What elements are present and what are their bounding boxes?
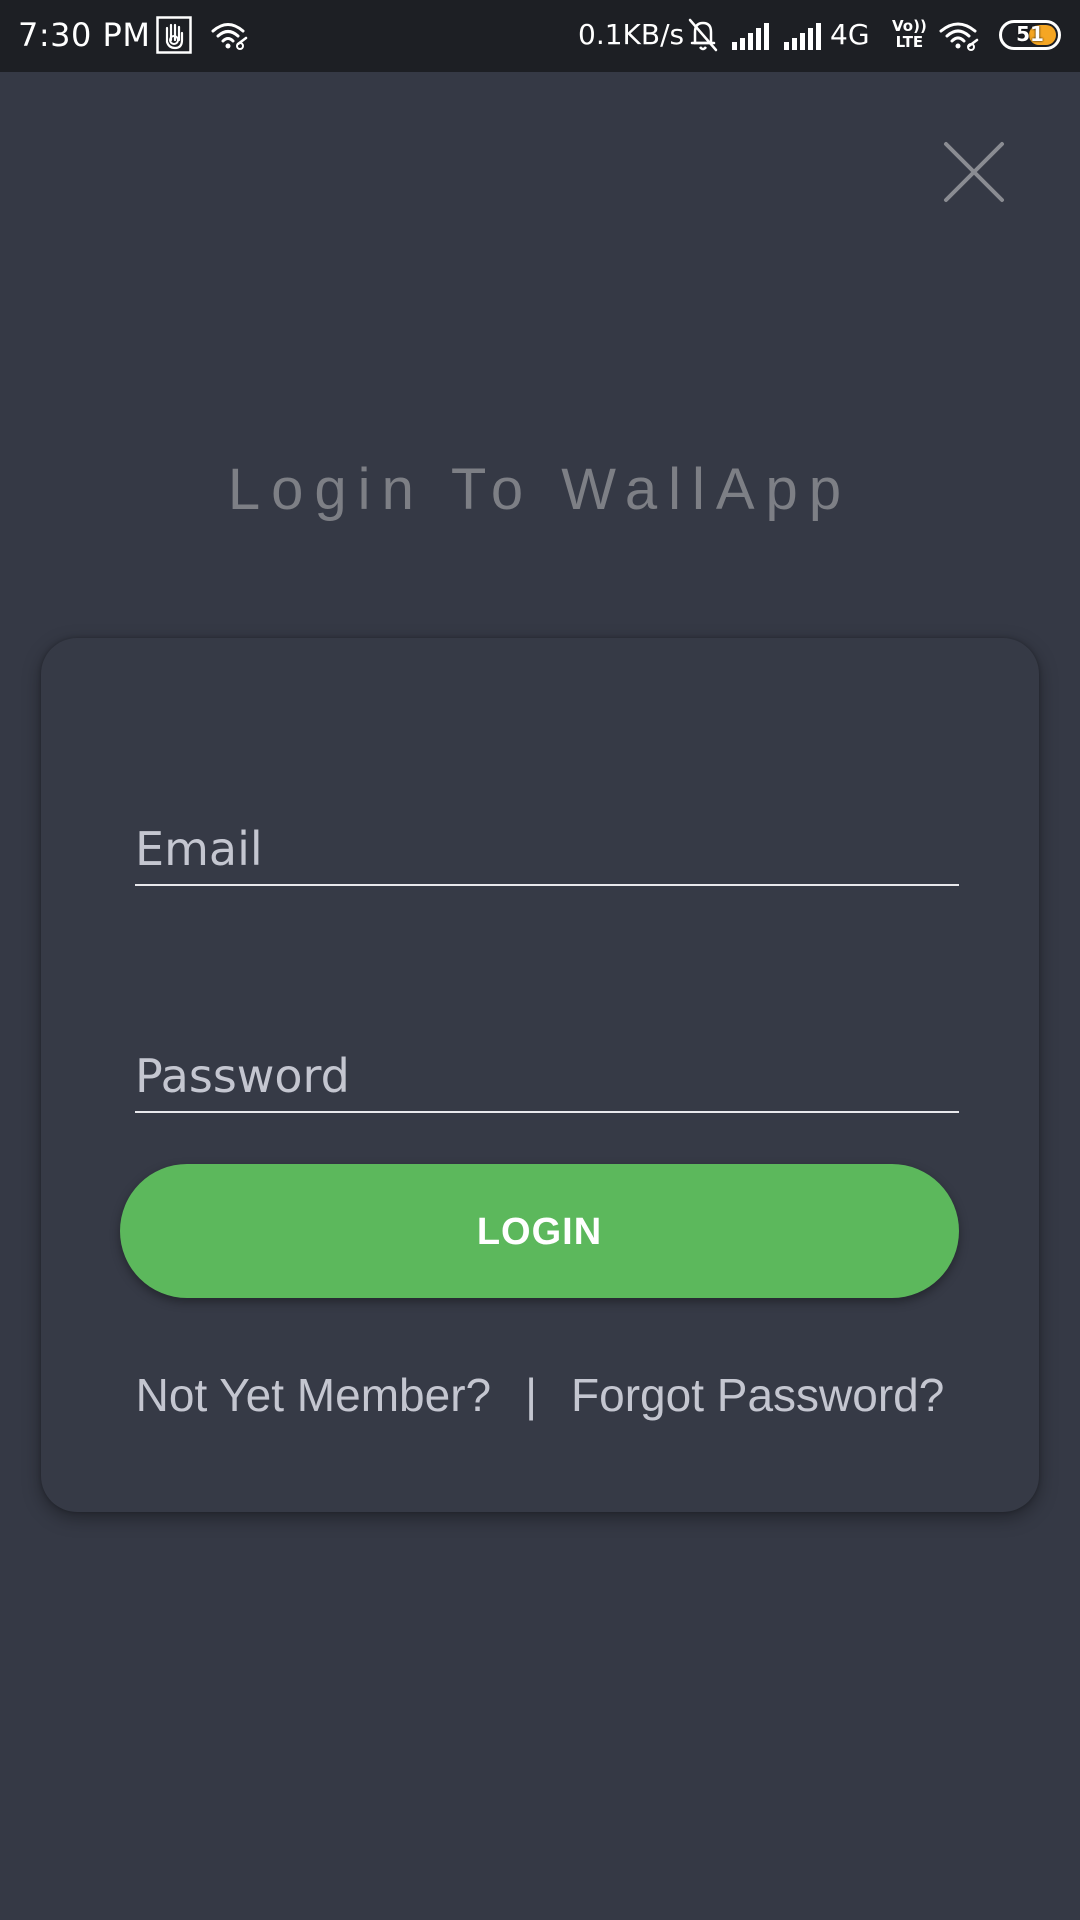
links-row: Not Yet Member? | Forgot Password?: [41, 1368, 1039, 1422]
mute-bell-icon: [686, 16, 720, 58]
battery-icon: 51: [999, 20, 1061, 50]
hand-notification-icon: [156, 16, 192, 58]
wifi-icon: [210, 20, 250, 56]
page-title: Login To WallApp: [227, 457, 853, 522]
email-field[interactable]: [135, 814, 959, 884]
network-type: 4G: [830, 18, 870, 51]
status-bar: 7:30 PM 0.1KB/s 4G Vo)) LTE 51: [0, 0, 1080, 72]
password-field-container: [135, 1041, 959, 1113]
volte-bottom: LTE: [895, 33, 924, 51]
not-member-link[interactable]: Not Yet Member?: [136, 1369, 491, 1421]
network-speed: 0.1KB/s: [578, 18, 685, 51]
status-time: 7:30 PM: [18, 16, 151, 54]
close-icon: [944, 142, 1004, 202]
volte-indicator: Vo)) LTE: [892, 18, 927, 50]
login-card: LOGIN Not Yet Member? | Forgot Password?: [41, 638, 1039, 1512]
link-separator: |: [525, 1369, 538, 1421]
login-button[interactable]: LOGIN: [120, 1164, 959, 1298]
wifi-icon: [938, 20, 982, 56]
close-button[interactable]: [936, 134, 1012, 210]
email-field-container: [135, 814, 959, 886]
signal-icon: [730, 22, 774, 54]
signal-icon: [782, 22, 826, 54]
forgot-password-link[interactable]: Forgot Password?: [571, 1369, 944, 1421]
battery-level: 51: [1016, 22, 1044, 46]
password-field[interactable]: [135, 1041, 959, 1111]
